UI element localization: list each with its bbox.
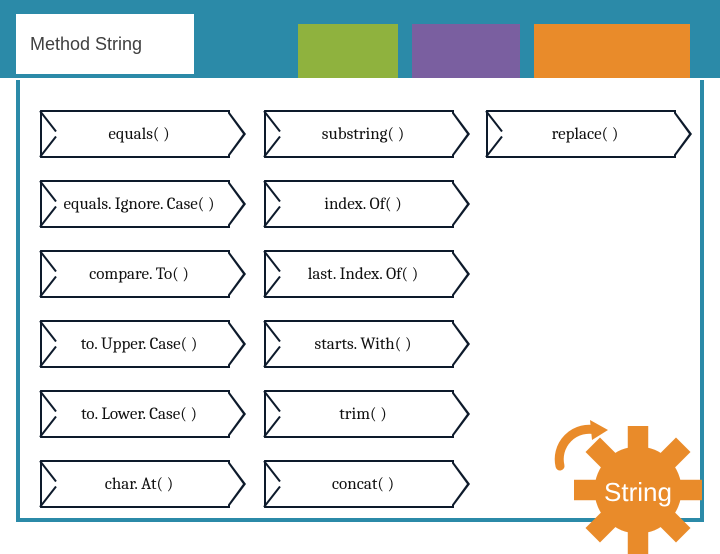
- tab-purple: [412, 24, 520, 78]
- method-chevron: index. Of( ): [264, 180, 454, 228]
- column-3: replace( ): [486, 110, 698, 180]
- method-chevron: replace( ): [486, 110, 676, 158]
- method-chevron: char. At( ): [40, 460, 230, 508]
- method-chevron: equals( ): [40, 110, 230, 158]
- method-label: index. Of( ): [316, 195, 402, 214]
- method-label: last. Index. Of( ): [300, 265, 418, 284]
- method-chevron: compare. To( ): [40, 250, 230, 298]
- method-chevron: trim( ): [264, 390, 454, 438]
- gear-label: String: [574, 477, 702, 508]
- method-chevron: starts. With( ): [264, 320, 454, 368]
- method-label: substring( ): [314, 125, 404, 144]
- method-label: compare. To( ): [81, 265, 189, 284]
- method-label: char. At( ): [97, 475, 174, 494]
- method-chevron: last. Index. Of( ): [264, 250, 454, 298]
- method-label: starts. With( ): [307, 335, 412, 354]
- page-title-text: Method String: [30, 34, 142, 55]
- column-1: equals( ) equals. Ignore. Case( ) compar…: [40, 110, 252, 530]
- method-chevron: to. Lower. Case( ): [40, 390, 230, 438]
- method-chevron: to. Upper. Case( ): [40, 320, 230, 368]
- method-chevron: concat( ): [264, 460, 454, 508]
- method-chevron: substring( ): [264, 110, 454, 158]
- method-label: trim( ): [331, 405, 387, 424]
- method-label: to. Lower. Case( ): [73, 405, 197, 424]
- method-label: equals. Ignore. Case( ): [56, 195, 215, 214]
- gear-graphic: String: [552, 386, 702, 536]
- method-label: concat( ): [324, 475, 394, 494]
- method-chevron: equals. Ignore. Case( ): [40, 180, 230, 228]
- page-title: Method String: [16, 14, 194, 74]
- column-2: substring( ) index. Of( ) last. Index. O…: [264, 110, 476, 530]
- method-label: to. Upper. Case( ): [73, 335, 198, 354]
- method-label: equals( ): [100, 125, 169, 144]
- tab-green: [298, 24, 398, 78]
- tab-orange: [534, 24, 690, 78]
- method-label: replace( ): [544, 125, 619, 144]
